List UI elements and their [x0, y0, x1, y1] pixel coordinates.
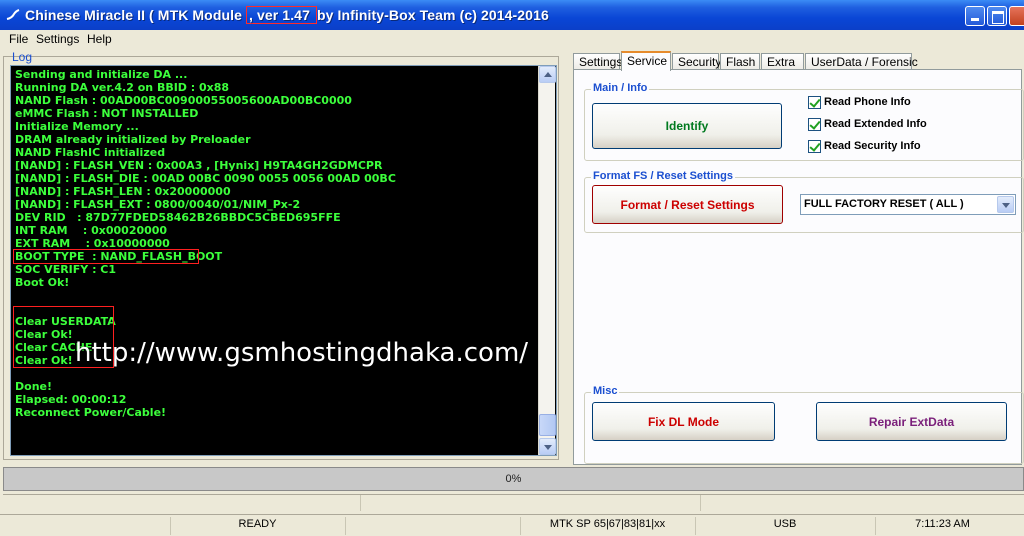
tab-service[interactable]: Service [621, 51, 671, 71]
secondary-status-bar [3, 494, 1024, 512]
app-window: Chinese Miracle II ( MTK Module , ver 1.… [0, 0, 1024, 536]
progress-text: 0% [505, 473, 522, 485]
menu-help[interactable]: Help [87, 32, 112, 46]
window-title: Chinese Miracle II ( MTK Module , ver 1.… [25, 6, 549, 24]
menu-settings[interactable]: Settings [36, 32, 79, 46]
status-time: 7:11:23 AM [915, 518, 970, 530]
tab-settings[interactable]: Settings [573, 53, 622, 70]
reset-type-select[interactable]: FULL FACTORY RESET ( ALL ) [800, 194, 1016, 215]
log-line: Running DA ver.4.2 on BBID : 0x88 [15, 81, 230, 94]
main-info-label: Main / Info [591, 82, 650, 94]
log-line: Boot Ok! [15, 276, 70, 289]
log-scrollbar[interactable] [538, 66, 556, 455]
log-line: SOC VERIFY : C1 [15, 263, 117, 276]
fix-dl-mode-button[interactable]: Fix DL Mode [592, 402, 775, 441]
log-line: INT RAM : 0x00020000 [15, 224, 168, 237]
repair-extdata-button[interactable]: Repair ExtData [816, 402, 1007, 441]
read-extended-info-label: Read Extended Info [824, 118, 927, 130]
fix-dl-mode-label: Fix DL Mode [647, 414, 720, 429]
log-line: eMMC Flash : NOT INSTALLED [15, 107, 199, 120]
close-button[interactable] [1009, 6, 1024, 26]
misc-label: Misc [591, 385, 620, 397]
title-bar[interactable]: Chinese Miracle II ( MTK Module , ver 1.… [0, 0, 1024, 30]
log-line: [NAND] : FLASH_LEN : 0x20000000 [15, 185, 231, 198]
tab-extra[interactable]: Extra [761, 53, 804, 70]
title-prefix: Chinese Miracle II ( MTK Module [25, 7, 247, 23]
progress-bar: 0% [3, 467, 1024, 491]
log-line: Initialize Memory ... [15, 120, 139, 133]
read-security-info-label: Read Security Info [824, 140, 921, 152]
log-line: [NAND] : FLASH_EXT : 0800/0040/01/NIM_Px… [15, 198, 301, 211]
log-line: [NAND] : FLASH_DIE : 00AD 00BC 0090 0055… [15, 172, 396, 185]
app-icon [6, 9, 20, 20]
log-line: Reconnect Power/Cable! [15, 406, 167, 419]
log-line: NAND FlashIC initialized [15, 146, 166, 159]
checkmark-icon [808, 118, 821, 131]
log-line: [NAND] : FLASH_VEN : 0x00A3 , [Hynix] H9… [15, 159, 383, 172]
format-reset-button[interactable]: Format / Reset Settings [592, 185, 783, 224]
format-label: Format FS / Reset Settings [591, 170, 735, 182]
status-bar: READY MTK SP 65|67|83|81|xx USB 7:11:23 … [0, 514, 1024, 536]
separator [360, 495, 361, 511]
log-line: Elapsed: 00:00:12 [15, 393, 127, 406]
log-label: Log [12, 50, 33, 64]
separator [345, 517, 346, 535]
log-line: DEV RID : 87D77FDED58462B26BBDC5CBED695F… [15, 211, 341, 224]
checkmark-icon [808, 96, 821, 109]
separator [700, 495, 701, 511]
status-state: READY [238, 518, 277, 530]
chevron-down-icon[interactable] [997, 196, 1014, 213]
checkmark-icon [808, 140, 821, 153]
format-reset-label: Format / Reset Settings [620, 197, 755, 212]
log-line: DRAM already initialized by Preloader [15, 133, 251, 146]
status-interface: USB [773, 518, 797, 530]
scroll-up-arrow-icon[interactable] [539, 66, 556, 83]
identify-label: Identify [665, 119, 709, 133]
scroll-down-arrow-icon[interactable] [539, 438, 556, 455]
identify-button[interactable]: Identify [592, 103, 782, 149]
repair-extdata-label: Repair ExtData [868, 414, 955, 429]
menu-bar: File Settings Help [0, 30, 1024, 48]
tab-flash[interactable]: Flash [720, 53, 760, 70]
tab-security[interactable]: Security [672, 53, 721, 70]
tab-userdata-forensic[interactable]: UserData / Forensic [805, 53, 918, 70]
service-panel: Main / Info Identify Read Phone Info Rea… [573, 69, 1024, 465]
log-output[interactable]: Sending and initialize DA ... Running DA … [10, 65, 557, 456]
log-line: Done! [15, 380, 52, 393]
maximize-button[interactable] [987, 6, 1007, 26]
status-platform: MTK SP 65|67|83|81|xx [549, 518, 666, 530]
menu-file[interactable]: File [9, 32, 28, 46]
title-version: , ver 1.47 [246, 6, 317, 24]
scroll-thumb[interactable] [539, 414, 556, 436]
minimize-button[interactable] [965, 6, 985, 26]
log-line: Sending and initialize DA ... [15, 68, 188, 81]
title-suffix: by Infinity-Box Team (c) 2014-2016 [316, 7, 549, 23]
read-phone-info-label: Read Phone Info [824, 96, 911, 108]
boot-type-highlight [13, 249, 199, 264]
reset-type-value: FULL FACTORY RESET ( ALL ) [804, 198, 964, 210]
log-line: NAND Flash : 00AD00BC00900055005600AD00B… [15, 94, 352, 107]
watermark-text: http://www.gsmhostingdhaka.com/ [75, 338, 529, 368]
